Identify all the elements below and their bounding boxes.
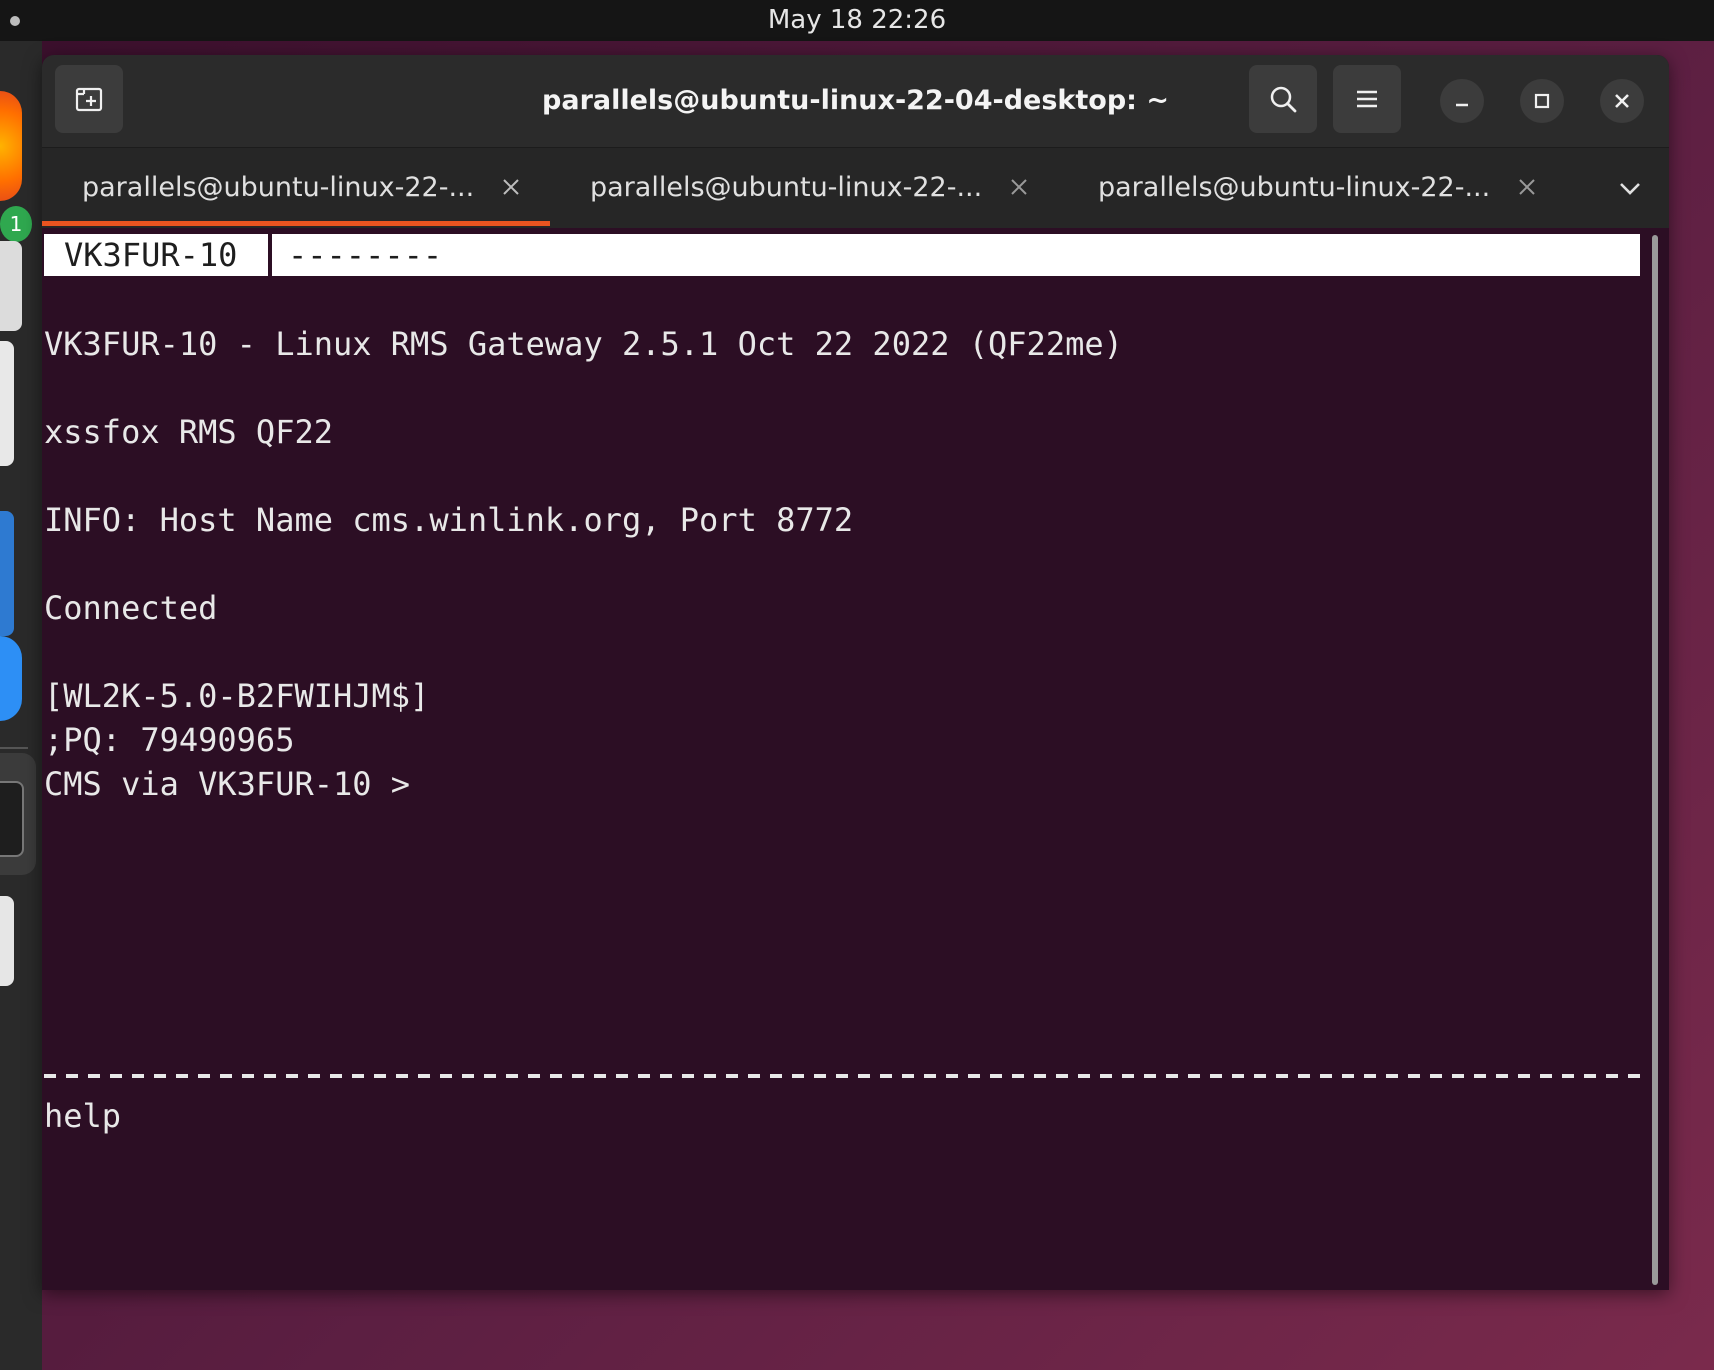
dock-separator	[0, 747, 28, 749]
writer-icon[interactable]	[0, 511, 14, 636]
maximize-button[interactable]	[1520, 79, 1564, 123]
scrollbar[interactable]	[1652, 235, 1658, 1285]
terminal-line: ;PQ: 79490965	[44, 721, 295, 759]
new-tab-button[interactable]	[55, 65, 123, 133]
tab-label: parallels@ubuntu-linux-22-...	[1098, 172, 1491, 203]
disk-icon[interactable]	[0, 896, 14, 986]
close-icon[interactable]	[1008, 176, 1030, 198]
active-tab-indicator	[42, 221, 550, 226]
tab-label: parallels@ubuntu-linux-22-...	[82, 172, 475, 203]
dock: 1	[0, 41, 42, 1370]
terminal-glyph-icon	[0, 781, 24, 857]
terminal-window: parallels@ubuntu-linux-22-04-desktop: ~	[42, 55, 1669, 1290]
chevron-down-icon[interactable]	[1614, 172, 1646, 204]
maximize-icon	[1534, 93, 1550, 109]
tab-3[interactable]: parallels@ubuntu-linux-22-...	[1058, 148, 1566, 228]
status-dashes: --------	[288, 236, 443, 274]
hamburger-menu-icon	[1357, 90, 1377, 108]
terminal-content[interactable]: VK3FUR-10 -------- VK3FUR-10 - Linux RMS…	[42, 228, 1642, 1290]
search-button[interactable]	[1249, 65, 1317, 133]
menu-button[interactable]	[1333, 65, 1401, 133]
minimize-icon	[1456, 103, 1468, 107]
status-callsign: VK3FUR-10	[44, 234, 272, 276]
input-divider	[44, 1074, 1640, 1078]
minimize-button[interactable]	[1440, 79, 1484, 123]
tab-label: parallels@ubuntu-linux-22-...	[590, 172, 983, 203]
terminal-line: Connected	[44, 589, 218, 627]
close-icon	[1615, 94, 1629, 108]
close-button[interactable]	[1600, 79, 1644, 123]
help-icon[interactable]	[0, 636, 22, 721]
terminal-line: INFO: Host Name cms.winlink.org, Port 87…	[44, 501, 854, 539]
terminal-line: VK3FUR-10 - Linux RMS Gateway 2.5.1 Oct …	[44, 325, 1123, 363]
top-bar: May 18 22:26	[0, 0, 1714, 41]
close-icon[interactable]	[500, 176, 522, 198]
terminal-line: xssfox RMS QF22	[44, 413, 333, 451]
notification-badge: 1	[0, 206, 32, 242]
search-icon	[1270, 86, 1297, 113]
terminal-input[interactable]: help	[44, 1094, 121, 1138]
header-bar: parallels@ubuntu-linux-22-04-desktop: ~	[42, 55, 1669, 148]
tab-bar: parallels@ubuntu-linux-22-... parallels@…	[42, 148, 1669, 228]
firefox-icon[interactable]	[0, 91, 22, 201]
tab-2[interactable]: parallels@ubuntu-linux-22-...	[550, 148, 1058, 228]
rhythmbox-icon[interactable]	[0, 341, 14, 466]
tab-1[interactable]: parallels@ubuntu-linux-22-...	[42, 148, 550, 228]
terminal-line: [WL2K-5.0-B2FWIHJM$]	[44, 677, 430, 715]
window-title: parallels@ubuntu-linux-22-04-desktop: ~	[542, 85, 1169, 116]
clock[interactable]: May 18 22:26	[0, 0, 1714, 41]
status-bar: VK3FUR-10 --------	[44, 234, 1640, 276]
new-tab-icon	[75, 87, 103, 112]
files-icon[interactable]	[0, 241, 22, 331]
terminal-prompt: CMS via VK3FUR-10 >	[44, 765, 411, 803]
close-icon[interactable]	[1516, 176, 1538, 198]
